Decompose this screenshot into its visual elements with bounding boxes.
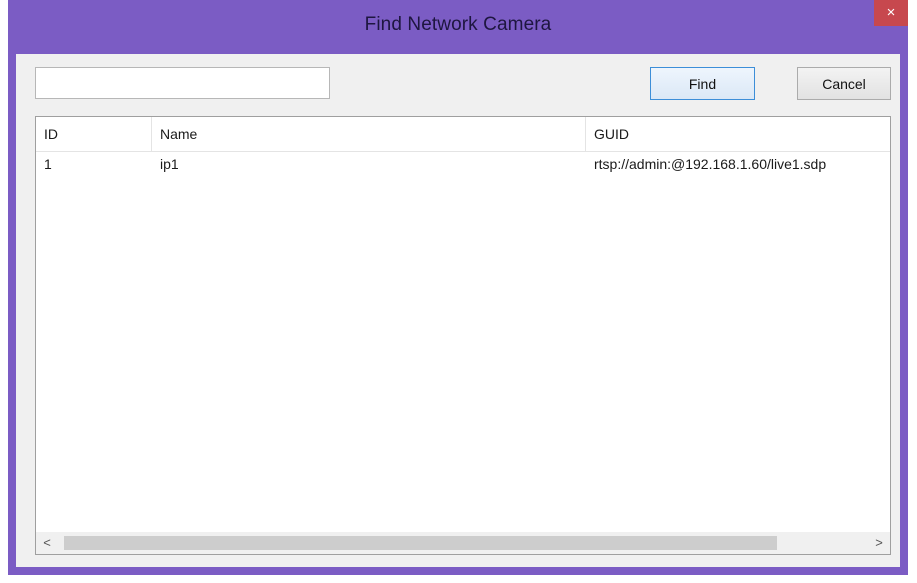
- scroll-left-icon[interactable]: <: [36, 532, 58, 554]
- column-header-id[interactable]: ID: [36, 117, 152, 151]
- close-icon: ×: [886, 4, 896, 21]
- find-network-camera-dialog: Find Network Camera × Find Cancel ID Nam…: [8, 0, 908, 575]
- close-button[interactable]: ×: [874, 0, 908, 26]
- row-name: ip1: [160, 156, 179, 172]
- horizontal-scrollbar[interactable]: < >: [36, 532, 890, 554]
- scrollbar-thumb[interactable]: [64, 536, 777, 550]
- title-bar[interactable]: Find Network Camera ×: [8, 0, 908, 54]
- dialog-body: Find Cancel ID Name GUID 1 ip1 rtsp://ad…: [16, 54, 900, 567]
- search-input[interactable]: [35, 67, 330, 99]
- table-row[interactable]: 1 ip1 rtsp://admin:@192.168.1.60/live1.s…: [36, 152, 890, 178]
- column-header-guid[interactable]: GUID: [586, 117, 890, 151]
- row-guid: rtsp://admin:@192.168.1.60/live1.sdp: [594, 156, 827, 172]
- find-button[interactable]: Find: [650, 67, 755, 100]
- column-header-name[interactable]: Name: [152, 117, 586, 151]
- camera-list[interactable]: ID Name GUID 1 ip1 rtsp://admin:@192.168…: [35, 116, 891, 555]
- scroll-right-icon[interactable]: >: [868, 532, 890, 554]
- list-header: ID Name GUID: [36, 117, 890, 152]
- row-id: 1: [44, 156, 52, 172]
- dialog-title: Find Network Camera: [364, 14, 552, 35]
- cancel-button[interactable]: Cancel: [797, 67, 891, 100]
